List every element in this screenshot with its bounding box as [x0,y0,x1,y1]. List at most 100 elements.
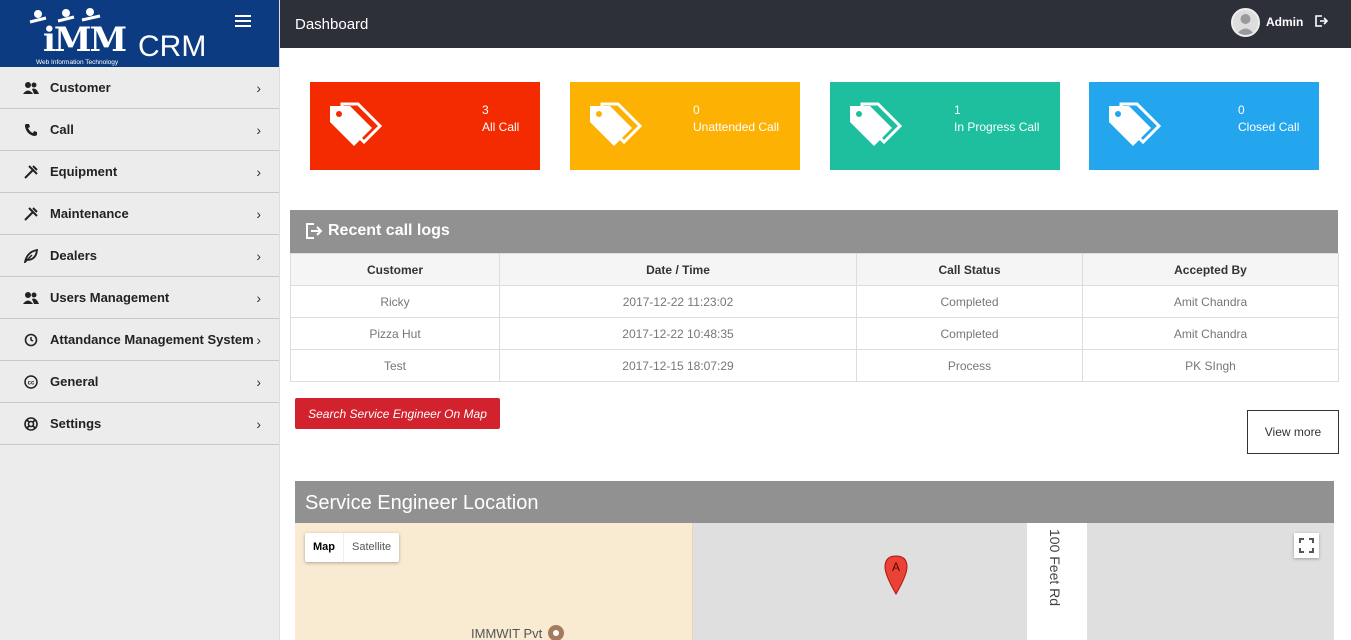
column-header: Date / Time [499,253,857,286]
card-count: 0 [1238,103,1245,117]
sidebar-item-label: Users Management [50,290,170,305]
recent-calls-header: Recent call logs [290,210,1338,253]
brand-header: iMM Web Information Technology CRM [0,0,279,67]
tools-icon [22,164,40,180]
sidebar-item-label: Dealers [50,248,97,263]
card-all-call[interactable]: 3 All Call [310,82,540,170]
card-closed-call[interactable]: 0 Closed Call [1089,82,1319,170]
cell-accepted-by: Amit Chandra [1082,317,1339,350]
users-icon [22,80,40,96]
card-count: 0 [693,103,700,117]
cell-customer: Test [290,349,500,382]
cell-accepted-by: PK SIngh [1082,349,1339,382]
chevron-right-icon: › [256,206,261,222]
place-pin-icon [548,625,565,640]
table-row[interactable]: Pizza Hut 2017-12-22 10:48:35 Completed … [290,317,1339,350]
tools-icon [22,206,40,222]
recent-calls-table: Customer Date / Time Call Status Accepte… [290,253,1339,382]
view-more-button[interactable]: View more [1247,410,1339,454]
column-header: Call Status [856,253,1083,286]
cell-customer: Pizza Hut [290,317,500,350]
map-type-satellite-button[interactable]: Satellite [343,533,399,562]
logout-icon[interactable] [1314,14,1330,30]
tags-icon [850,102,903,146]
chevron-right-icon: › [256,80,261,96]
chevron-right-icon: › [256,374,261,390]
map-marker[interactable]: A [884,555,908,600]
sidebar-item-maintenance[interactable]: Maintenance › [0,193,279,235]
card-in-progress-call[interactable]: 1 In Progress Call [830,82,1060,170]
cell-status: Process [856,349,1083,382]
history-icon [22,332,40,348]
sidebar-item-attendance[interactable]: Attandance Management System › [0,319,279,361]
card-label: All Call [482,120,520,134]
sidebar-item-general[interactable]: cc General › [0,361,279,403]
table-row[interactable]: Test 2017-12-15 18:07:29 Process PK SIng… [290,349,1339,382]
lifebuoy-icon [22,416,40,432]
cell-datetime: 2017-12-22 11:23:02 [499,285,857,318]
sidebar-item-call[interactable]: Call › [0,109,279,151]
card-label: In Progress Call [954,120,1040,134]
card-count: 3 [482,103,489,117]
tags-icon [330,102,383,146]
sidebar-item-equipment[interactable]: Equipment › [0,151,279,193]
sidebar-item-settings[interactable]: Settings › [0,403,279,445]
card-label: Closed Call [1238,120,1300,134]
sidebar-item-label: Settings [50,416,102,431]
user-name[interactable]: Admin [1266,15,1303,29]
card-label: Unattended Call [693,120,780,134]
tags-icon [590,102,643,146]
fullscreen-icon[interactable] [1294,533,1319,558]
sidebar-item-label: Customer [50,80,111,95]
leaf-icon [22,248,40,264]
logo-subtitle: Web Information Technology [36,59,119,66]
page-title: Dashboard [295,16,369,33]
map-type-map-button[interactable]: Map [305,533,343,562]
map-place-label[interactable]: IMMWIT Pvt [471,625,565,640]
sidebar-item-label: Attandance Management System [50,332,254,347]
panel-title: Recent call logs [328,222,450,239]
cell-status: Completed [856,317,1083,350]
card-unattended-call[interactable]: 0 Unattended Call [570,82,800,170]
svg-text:cc: cc [28,380,35,386]
sidebar-item-dealers[interactable]: Dealers › [0,235,279,277]
table-row[interactable]: Ricky 2017-12-22 11:23:02 Completed Amit… [290,285,1339,318]
map-header: Service Engineer Location [295,481,1334,523]
tags-icon [1109,102,1162,146]
chevron-right-icon: › [256,290,261,306]
map-title: Service Engineer Location [305,492,539,514]
sidebar-item-customer[interactable]: Customer › [0,67,279,109]
app-name: CRM [138,30,207,63]
cc-icon: cc [22,374,40,390]
sidebar-item-label: Call [50,122,74,137]
column-header: Customer [290,253,500,286]
avatar[interactable] [1231,8,1260,37]
place-name: IMMWIT Pvt [471,625,543,640]
sidebar: iMM Web Information Technology CRM Custo… [0,0,280,640]
sidebar-item-users-management[interactable]: Users Management › [0,277,279,319]
column-header: Accepted By [1082,253,1339,286]
menu-toggle-icon[interactable] [235,15,251,29]
marker-label: A [892,560,900,574]
company-logo[interactable]: iMM Web Information Technology [18,8,127,66]
table-header-row: Customer Date / Time Call Status Accepte… [290,253,1339,286]
logo-text: iMM [43,20,127,60]
map-type-control: Map Satellite [305,533,400,562]
card-count: 1 [954,103,961,117]
road-label: 100 Feet Rd [1047,529,1063,607]
sign-out-icon [306,223,323,239]
search-engineer-map-button[interactable]: Search Service Engineer On Map [295,398,500,429]
cell-accepted-by: Amit Chandra [1082,285,1339,318]
sidebar-item-label: Maintenance [50,206,129,221]
chevron-right-icon: › [256,332,261,348]
cell-customer: Ricky [290,285,500,318]
users-icon [22,290,40,306]
chevron-right-icon: › [256,416,261,432]
sidebar-item-label: General [50,374,99,389]
chevron-right-icon: › [256,164,261,180]
cell-datetime: 2017-12-22 10:48:35 [499,317,857,350]
chevron-right-icon: › [256,122,261,138]
sidebar-item-label: Equipment [50,164,118,179]
cell-datetime: 2017-12-15 18:07:29 [499,349,857,382]
map-view[interactable]: 100 Feet Rd Map Satellite A IMMWIT Pvt [295,523,1334,640]
